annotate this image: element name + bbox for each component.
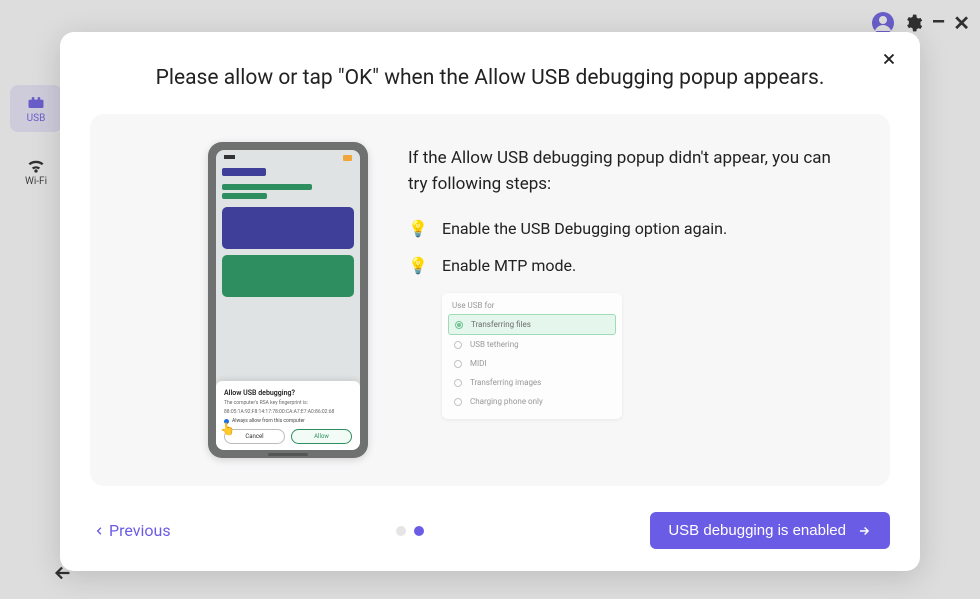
- previous-label: Previous: [109, 521, 171, 540]
- phone-allow-button: Allow: [291, 429, 352, 444]
- tip-row: 💡 Enable MTP mode.: [408, 256, 862, 275]
- tip-row: 💡 Enable the USB Debugging option again.: [408, 219, 862, 238]
- usb-options-panel: Use USB for Transferring files USB tethe…: [442, 293, 622, 419]
- phone-dialog: Allow USB debugging? The computer's RSA …: [216, 381, 360, 450]
- content-card: Allow USB debugging? The computer's RSA …: [90, 114, 890, 486]
- dialog: Please allow or tap "OK" when the Allow …: [60, 32, 920, 571]
- previous-button[interactable]: Previous: [90, 521, 171, 540]
- usb-option: Transferring files: [448, 314, 616, 335]
- description: If the Allow USB debugging popup didn't …: [408, 146, 848, 197]
- tip-text: Enable the USB Debugging option again.: [442, 219, 727, 238]
- close-button[interactable]: [880, 50, 898, 72]
- tap-hand-icon: 👆: [220, 422, 235, 436]
- phone-always-label: Always allow from this computer: [232, 418, 305, 424]
- phone-dialog-fingerprint: 88:05:1A:92:F8:14:17:78:00:CA:A7:E7:A0:8…: [224, 409, 352, 416]
- next-label: USB debugging is enabled: [668, 522, 846, 539]
- step-indicator: [396, 526, 424, 536]
- usb-enabled-button[interactable]: USB debugging is enabled: [650, 512, 890, 549]
- phone-dialog-text: The computer's RSA key fingerprint is:: [224, 400, 352, 407]
- usb-option: MIDI: [448, 354, 616, 373]
- tip-text: Enable MTP mode.: [442, 256, 576, 275]
- step-dot-active: [414, 526, 424, 536]
- usb-panel-header: Use USB for: [448, 301, 616, 310]
- usb-option: Transferring images: [448, 373, 616, 392]
- bulb-icon: 💡: [408, 256, 428, 275]
- phone-illustration: Allow USB debugging? The computer's RSA …: [208, 142, 368, 458]
- usb-option: USB tethering: [448, 335, 616, 354]
- usb-option: Charging phone only: [448, 392, 616, 411]
- bulb-icon: 💡: [408, 219, 428, 238]
- dialog-title: Please allow or tap "OK" when the Allow …: [90, 66, 890, 90]
- phone-dialog-title: Allow USB debugging?: [224, 389, 352, 397]
- dialog-footer: Previous USB debugging is enabled: [90, 512, 890, 549]
- step-dot: [396, 526, 406, 536]
